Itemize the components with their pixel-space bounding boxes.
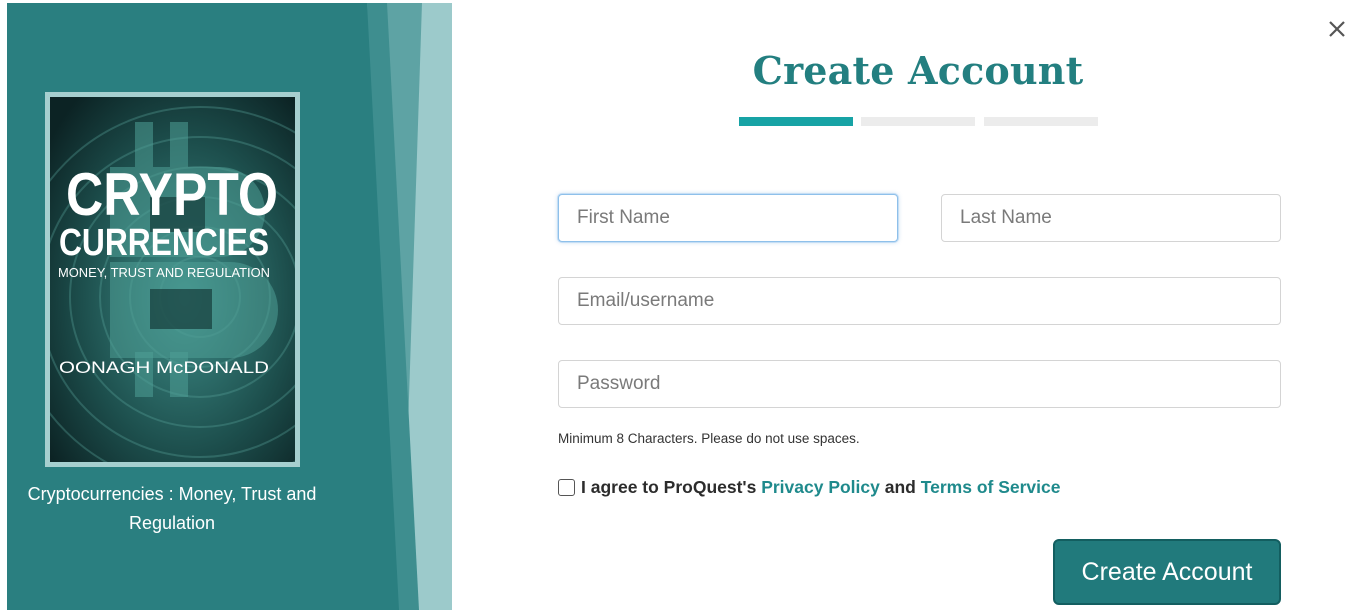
cover-title-line2: CURRENCIES bbox=[59, 222, 269, 264]
page-title: Create Account bbox=[752, 48, 1084, 93]
cover-title-line1: CRYPTO bbox=[66, 161, 278, 228]
step-2-indicator bbox=[861, 117, 975, 126]
agree-checkbox[interactable] bbox=[558, 478, 575, 496]
agree-text-middle: and bbox=[879, 476, 921, 497]
book-title: Cryptocurrencies : Money, Trust and Regu… bbox=[27, 484, 317, 533]
create-account-button[interactable]: Create Account bbox=[1053, 539, 1281, 605]
password-input[interactable] bbox=[558, 360, 1281, 408]
book-cover-image: CRYPTO CURRENCIES MONEY, TRUST AND REGUL… bbox=[45, 92, 300, 467]
step-1-indicator bbox=[739, 117, 853, 126]
last-name-input[interactable] bbox=[941, 194, 1281, 242]
privacy-policy-link[interactable]: Privacy Policy bbox=[761, 477, 880, 498]
email-input[interactable] bbox=[558, 277, 1281, 325]
agree-row: I agree to ProQuest's Privacy Policy and… bbox=[558, 476, 1060, 498]
agree-text-prefix: I agree to ProQuest's bbox=[581, 476, 762, 497]
close-icon bbox=[1329, 21, 1345, 37]
terms-of-service-link[interactable]: Terms of Service bbox=[921, 477, 1061, 498]
step-3-indicator bbox=[984, 117, 1098, 126]
cover-author: OONAGH McDONALD bbox=[59, 358, 269, 377]
first-name-input[interactable] bbox=[558, 194, 898, 242]
book-panel: CRYPTO CURRENCIES MONEY, TRUST AND REGUL… bbox=[7, 3, 452, 610]
close-button[interactable] bbox=[1324, 16, 1350, 42]
password-hint: Minimum 8 Characters. Please do not use … bbox=[558, 431, 860, 446]
cover-subtitle: MONEY, TRUST AND REGULATION bbox=[58, 265, 270, 280]
